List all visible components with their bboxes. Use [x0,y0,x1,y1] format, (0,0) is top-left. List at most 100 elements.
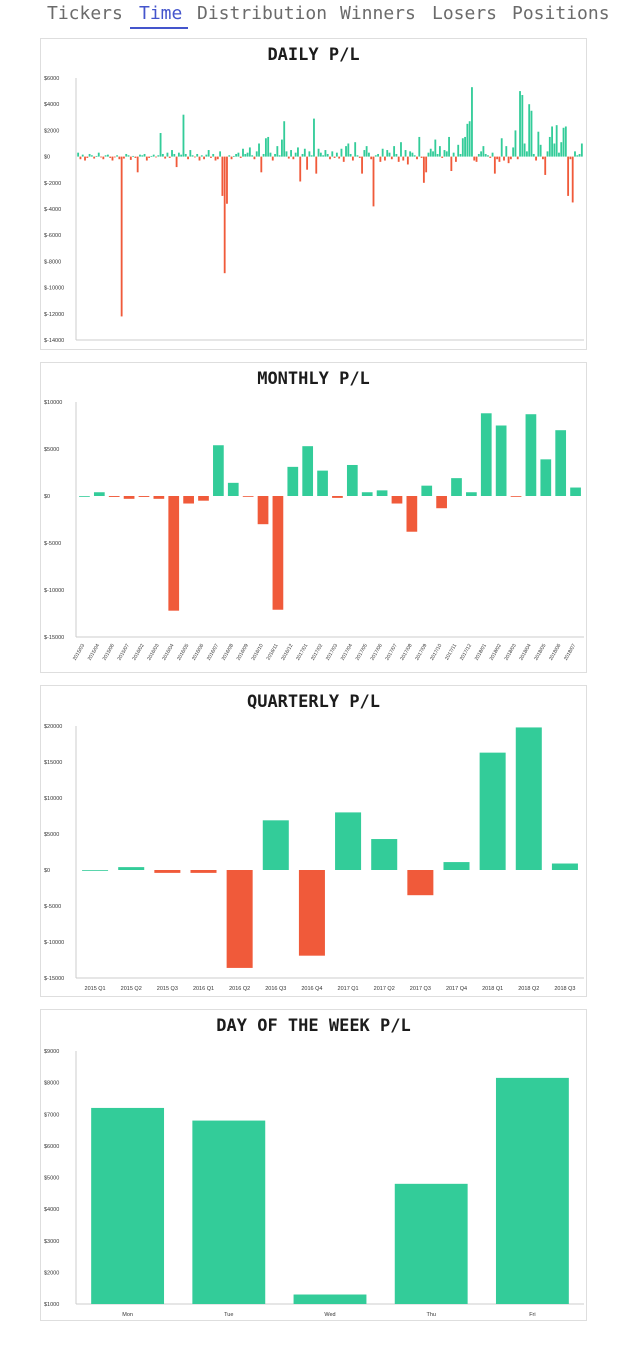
y-tick-label: $-15000 [44,976,64,982]
bar [451,478,462,496]
bar [84,156,86,161]
bar [228,155,231,157]
y-tick-label: $0 [44,155,50,161]
bar [507,156,510,164]
bar [134,156,137,158]
bar [395,153,398,157]
bar [139,154,141,157]
bar [503,156,505,161]
bar [257,496,269,525]
bar [461,138,464,157]
bar [227,482,239,496]
bar [187,156,189,160]
y-tick-label: $7000 [44,1112,59,1118]
bar [120,156,123,317]
bar [393,146,396,157]
bar [443,150,446,157]
x-tick-label: 2015/04 [87,643,101,662]
bar [452,152,455,157]
bar [248,147,251,157]
bar [246,152,249,157]
tab-distribution[interactable]: Distribution [197,3,327,24]
bar [406,496,418,532]
bar [532,153,535,157]
y-tick-label: $-10000 [44,940,64,946]
bar [226,156,228,204]
bar [535,156,537,161]
bar [136,156,139,173]
y-tick-label: $0 [44,494,50,500]
y-tick-label: $-8000 [44,259,61,265]
bar [537,131,540,157]
bar [346,464,358,496]
bar [299,156,302,182]
x-tick-label: 2018/02 [489,643,503,662]
bar [253,156,256,160]
bar [569,156,572,160]
nav-tabs: Tickers Time Distribution Winners Losers… [0,0,640,36]
bar [340,148,343,157]
bar [521,95,524,157]
bar [104,155,107,157]
bar [150,155,153,157]
tab-time[interactable]: Time [139,3,182,24]
bar [400,142,402,157]
y-tick-label: $15000 [44,760,62,766]
tab-tickers[interactable]: Tickers [47,3,123,24]
bar [148,156,151,158]
y-tick-label: $2000 [44,128,59,134]
bar [576,155,579,157]
tab-losers[interactable]: Losers [432,3,497,24]
bar [173,153,176,157]
bar [516,156,519,160]
bar [425,156,428,173]
x-tick-label: 2015/03 [72,643,86,662]
bar [91,1107,165,1304]
bar [317,470,328,496]
bar [251,155,254,157]
bar [371,839,398,870]
bar [244,153,247,157]
bar [429,148,432,157]
bar [317,148,320,157]
bar [553,143,556,157]
bar [381,148,384,157]
bar [141,155,144,157]
bar [168,156,171,158]
x-tick-label: 2017/12 [459,643,473,662]
bar [177,152,180,157]
bar [351,156,354,161]
bar [108,496,120,497]
y-tick-label: $-6000 [44,233,61,239]
monthly-pl-panel: MONTHLY P/L $10000 $5000 $0 $-5000 $-10000 $-… [40,362,587,673]
x-tick-label: 2016/04 [161,643,175,662]
bar [464,136,467,157]
tab-winners[interactable]: Winners [340,3,416,24]
bar [436,153,439,157]
bar [551,126,554,157]
bar [560,142,563,157]
y-tick-label: $-5000 [44,541,61,547]
bar [95,155,98,157]
bar [443,862,470,870]
bar [313,118,315,157]
y-tick-label: $-15000 [44,635,64,641]
bar [514,130,517,157]
bar [230,156,233,160]
bar [102,156,105,160]
x-tick-label: 2017/06 [370,643,384,662]
bar [292,156,295,160]
bar [242,496,254,497]
bar [459,153,462,157]
bar [372,156,375,207]
tab-positions[interactable]: Positions [512,3,610,24]
bar [379,156,382,162]
bar [530,110,533,157]
bar [548,136,551,157]
bar [564,126,567,157]
y-tick-label: $-14000 [44,338,64,344]
bar [500,138,503,157]
bar [374,155,377,157]
x-tick-label: Mon [122,1312,133,1318]
bar [487,155,489,157]
